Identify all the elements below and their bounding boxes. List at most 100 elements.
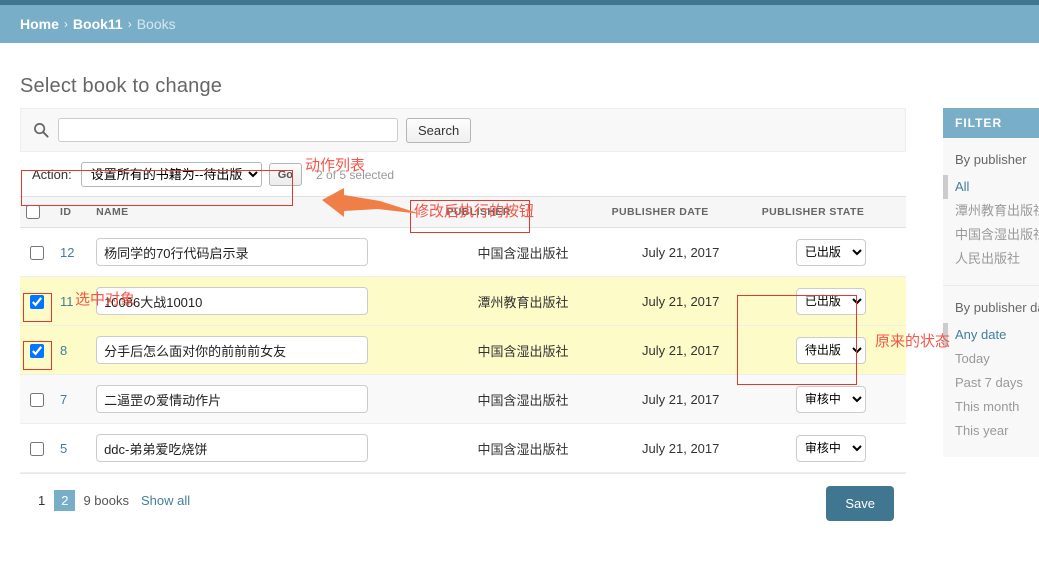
row-state-select[interactable]: 已出版待出版审核中 [795,434,866,462]
header-publisher-state[interactable]: PUBLISHER STATE [755,196,906,228]
breadcrumb-app[interactable]: Book11 [73,16,123,32]
search-input[interactable] [58,118,398,142]
filter-item[interactable]: 人民出版社 [943,247,1039,271]
admin-page: Home › Book11 › Books Select book to cha… [0,0,1039,587]
filter-item-link[interactable]: 潭州教育出版社 [955,203,1039,218]
row-checkbox[interactable] [30,392,45,407]
row-id-link[interactable]: 7 [60,392,67,407]
row-name-cell [90,374,441,424]
row-state-select[interactable]: 已出版待出版审核中 [795,336,866,364]
header-publisher[interactable]: PUBLISHER [440,196,606,228]
filter-item-link[interactable]: All [955,179,969,194]
row-id-link[interactable]: 12 [60,245,74,260]
row-date-text: July 21, 2017 [642,293,720,309]
row-state-cell: 已出版待出版审核中 [755,423,906,473]
page-link-1[interactable]: 1 [32,491,51,510]
row-id-link[interactable]: 5 [60,441,67,456]
row-select-cell [20,325,55,375]
filter-group-title: By publisher [955,152,1027,167]
table-footer: 1 2 9 books Show all Save [20,473,906,548]
filter-item-link[interactable]: This month [955,399,1019,414]
row-state-cell: 已出版待出版审核中 [755,374,906,424]
row-checkbox[interactable] [30,441,45,456]
row-name-input[interactable] [96,336,369,364]
filter-group-title: By publisher date [955,300,1039,315]
go-button[interactable]: Go [268,163,303,186]
row-date-cell: July 21, 2017 [605,276,756,326]
show-all-link[interactable]: Show all [141,493,190,508]
row-id-cell: 7 [54,374,91,424]
row-id-link[interactable]: 8 [60,343,67,358]
filter-item-link[interactable]: Past 7 days [955,375,1023,390]
row-state-select[interactable]: 已出版待出版审核中 [795,385,866,413]
row-publisher-text: 潭州教育出版社 [477,294,569,310]
filter-item-link[interactable]: Any date [955,327,1006,342]
results-table: ID NAME PUBLISHER PUBLISHER DATE PUBLISH… [20,196,906,473]
row-state-cell: 已出版待出版审核中 [755,276,906,326]
row-id-cell: 11 [54,276,91,326]
row-name-input[interactable] [96,287,369,315]
row-checkbox[interactable] [30,294,45,309]
breadcrumb: Home › Book11 › Books [0,5,1039,43]
content-panel: Search Action: 设置所有的书籍为--待出版 Go 2 of 5 s… [20,108,906,548]
row-id-link[interactable]: 11 [60,294,74,309]
filter-item[interactable]: All [943,175,1039,199]
row-select-cell [20,423,55,473]
search-toolbar: Search [20,108,906,152]
row-name-cell [90,276,441,326]
search-button[interactable]: Search [406,117,472,143]
row-date-text: July 21, 2017 [642,391,720,407]
action-select[interactable]: 设置所有的书籍为--待出版 [80,162,262,187]
filter-item[interactable]: This year [943,419,1039,443]
filter-item[interactable]: 中国含湿出版社 [943,223,1039,247]
row-id-cell: 8 [54,325,91,375]
row-select-cell [20,374,55,424]
save-button[interactable]: Save [826,486,894,521]
row-name-input[interactable] [96,434,369,462]
filter-list: All 潭州教育出版社 中国含湿出版社 人民出版社 [943,175,1039,271]
row-state-select[interactable]: 已出版待出版审核中 [795,238,866,266]
header-id[interactable]: ID [54,196,91,228]
filter-item-link[interactable]: This year [955,423,1008,438]
row-name-cell [90,423,441,473]
row-name-cell [90,227,441,277]
row-checkbox[interactable] [30,343,45,358]
row-name-input[interactable] [96,238,369,266]
table-row: 11 潭州教育出版社 July 21, 2017 已出版待出版审核中 [20,276,906,326]
filter-groups: By publisher All 潭州教育出版社 中国含湿出版社 人民出版社 By pub… [943,138,1039,457]
selected-count: 2 of 5 selected [316,167,395,182]
header-name[interactable]: NAME [90,196,441,228]
breadcrumb-separator: › [63,17,68,31]
select-all-checkbox[interactable] [26,205,40,219]
row-date-text: July 21, 2017 [642,440,720,456]
page-current-2: 2 [54,490,76,511]
row-id-cell: 5 [54,423,91,473]
filter-item-link[interactable]: 中国含湿出版社 [955,227,1039,242]
row-publisher-cell: 中国含湿出版社 [440,325,606,375]
filter-item[interactable]: 潭州教育出版社 [943,199,1039,223]
filter-group: By publisher date Any date Today Past 7 day… [943,286,1039,457]
row-select-cell [20,227,55,277]
table-header-row: ID NAME PUBLISHER PUBLISHER DATE PUBLISH… [20,196,906,228]
filter-item-link[interactable]: 人民出版社 [955,251,1020,266]
header-publisher-date[interactable]: PUBLISHER DATE [605,196,756,228]
table-row: 7 中国含湿出版社 July 21, 2017 已出版待出版审核中 [20,374,906,424]
filter-item[interactable]: This month [943,395,1039,419]
row-publisher-text: 中国含湿出版社 [477,343,569,359]
filter-item[interactable]: Any date [943,323,1039,347]
row-state-select[interactable]: 已出版待出版审核中 [795,287,866,315]
action-label: Action: [32,167,72,182]
table-row: 5 中国含湿出版社 July 21, 2017 已出版待出版审核中 [20,423,906,473]
row-name-input[interactable] [96,385,369,413]
filter-item-link[interactable]: Today [955,351,990,366]
filter-item[interactable]: Today [943,347,1039,371]
row-name-cell [90,325,441,375]
breadcrumb-home[interactable]: Home [20,16,59,32]
table-body: 12 中国含湿出版社 July 21, 2017 已出版待出版审核中 11 潭州教育出版社… [20,227,906,473]
paginator: 1 2 9 books Show all [32,490,190,511]
filter-item[interactable]: Past 7 days [943,371,1039,395]
row-publisher-cell: 中国含湿出版社 [440,227,606,277]
row-id-cell: 12 [54,227,91,277]
row-date-cell: July 21, 2017 [605,227,756,277]
row-checkbox[interactable] [30,245,45,260]
